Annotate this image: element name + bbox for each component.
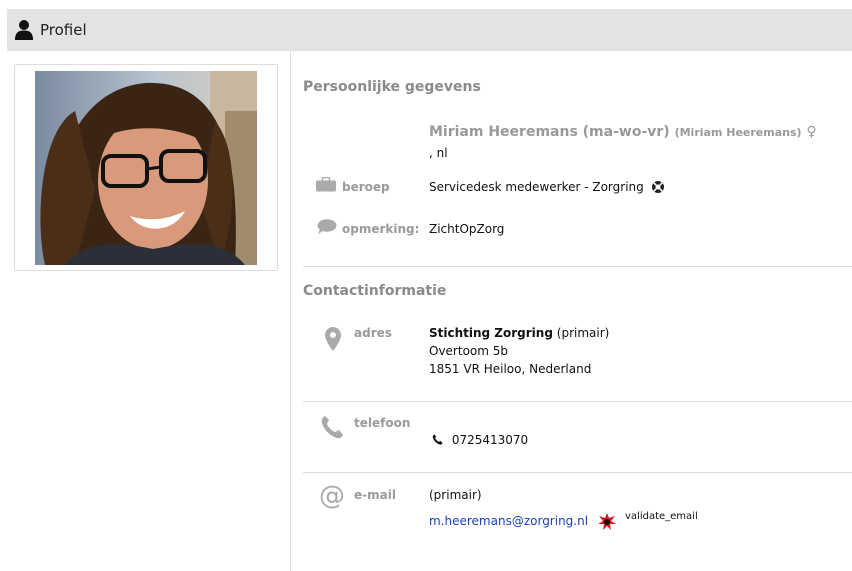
phone-value-line: 0725413070 [432,433,528,448]
briefcase-icon [316,176,336,196]
email-link[interactable]: m.heeremans@zorgring.nl [429,514,588,528]
remark-label: opmerking: [342,222,420,236]
section-divider [303,401,852,402]
section-divider [303,266,852,267]
lifebuoy-icon[interactable] [651,180,665,197]
email-primary-tag: (primair) [429,488,482,502]
female-gender-icon: ♀ [806,124,817,140]
phone-number[interactable]: 0725413070 [452,433,528,447]
email-line: m.heeremans@zorgring.nl [429,514,588,528]
full-name: Miriam Heeremans (ma-wo-vr) (Miriam Heer… [429,124,817,140]
occupation-text: Servicedesk medewerker - Zorgring [429,180,644,194]
address-primary-tag: (primair) [556,326,610,340]
left-column [0,51,291,571]
section-title-contact: Contactinformatie [303,283,447,299]
address-street: Overtoom 5b [429,344,509,358]
at-sign-icon: @ [319,481,345,511]
address-label: adres [354,326,392,340]
full-name-text: Miriam Heeremans (ma-wo-vr) [429,124,670,140]
warning-badge-icon[interactable] [598,513,616,535]
profile-photo [35,71,257,265]
occupation-label: beroep [342,180,390,194]
email-label: e-mail [354,488,396,502]
phone-small-icon [432,434,443,448]
profile-header: Profiel [7,9,852,51]
name-alias: (Miriam Heeremans) [674,126,802,139]
address-org: Stichting Zorgring [429,326,553,340]
locale-text: , nl [429,146,448,160]
section-divider [303,472,852,473]
map-marker-icon [325,327,341,355]
validate-email-link[interactable]: validate_email [625,511,698,522]
phone-label: telefoon [354,416,411,430]
address-org-line: Stichting Zorgring (primair) [429,326,609,340]
address-city: 1851 VR Heiloo, Nederland [429,362,592,376]
profile-details: Persoonlijke gegevens Miriam Heeremans (… [291,51,852,571]
page-title: Profiel [40,21,87,39]
profile-photo-frame [14,64,278,271]
remark-value: ZichtOpZorg [429,222,505,236]
comment-icon [317,219,337,239]
occupation-value: Servicedesk medewerker - Zorgring [429,180,665,197]
section-title-personal: Persoonlijke gegevens [303,79,481,95]
user-icon [14,19,34,41]
phone-icon [321,415,343,443]
